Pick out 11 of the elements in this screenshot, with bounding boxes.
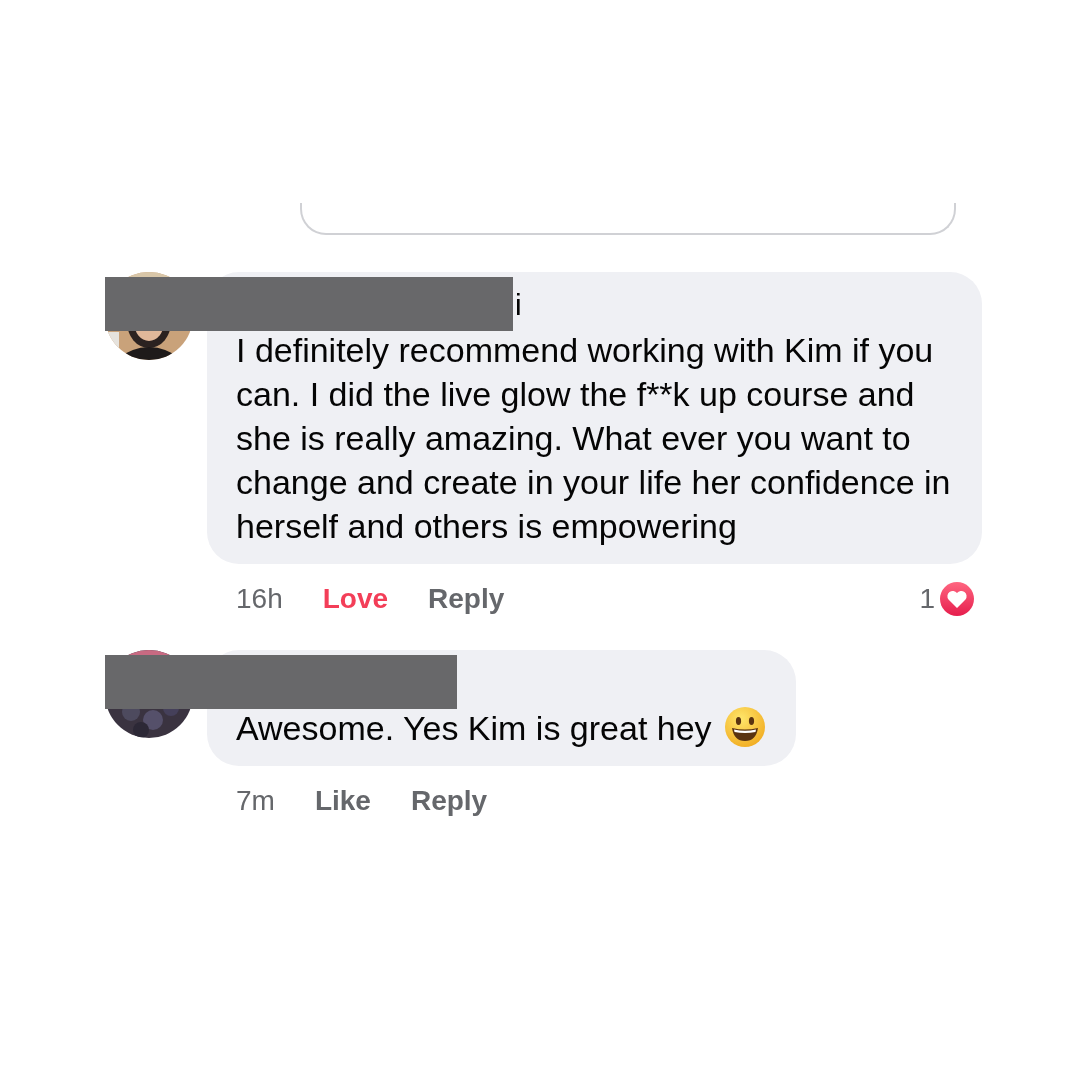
reply-link[interactable]: Reply (428, 578, 505, 620)
comment-text: I definitely recommend working with Kim if you can. I did the live glow the f**k up course and she is really amazing. What ever you want to change and create in your life her confidence in herself and others is empowering (236, 331, 951, 545)
reaction-link[interactable]: Love (322, 578, 389, 620)
timestamp: 7m (236, 784, 275, 818)
comment-text: Awesome. Yes Kim is great hey (236, 709, 712, 747)
timestamp: 16h (236, 582, 283, 616)
reaction-link[interactable]: Like (314, 780, 371, 822)
reply-link[interactable]: Reply (410, 780, 488, 822)
reaction-count: 1 (919, 582, 935, 616)
author-name[interactable]: i (515, 286, 522, 328)
heart-reaction-icon (939, 581, 975, 617)
